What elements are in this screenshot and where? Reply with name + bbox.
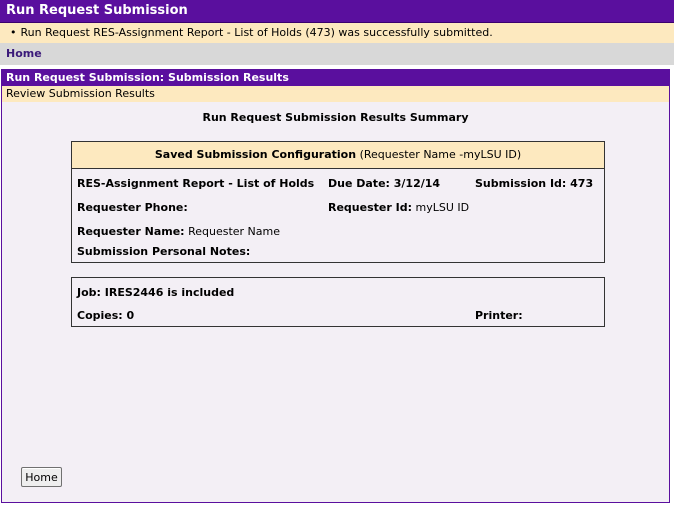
requester-id: Requester Id: myLSU ID (328, 201, 469, 214)
submission-results-panel: Run Request Submission: Submission Resul… (1, 69, 670, 503)
requester-name: Requester Name: Requester Name (77, 225, 280, 238)
home-button[interactable]: Home (21, 467, 62, 487)
printer-label: Printer: (475, 309, 523, 322)
configuration-header: Saved Submission Configuration (Requeste… (72, 142, 604, 169)
requester-name-value: Requester Name (188, 225, 280, 238)
copies: Copies: 0 (77, 309, 135, 322)
nav-bar: Home (0, 43, 674, 65)
job-box: Job: IRES2446 is included Copies: 0 Prin… (71, 277, 605, 327)
requester-id-value: myLSU ID (415, 201, 470, 214)
due-date: Due Date: 3/12/14 (328, 177, 441, 190)
personal-notes-label: Submission Personal Notes: (77, 245, 251, 258)
configuration-box: Saved Submission Configuration (Requeste… (71, 141, 605, 263)
requester-name-label: Requester Name: (77, 225, 185, 238)
success-message: Run Request RES-Assignment Report - List… (20, 26, 493, 39)
panel-subtitle: Review Submission Results (2, 86, 669, 102)
summary-heading: Run Request Submission Results Summary (202, 111, 469, 124)
job-included: Job: IRES2446 is included (77, 286, 235, 299)
success-message-bar: • Run Request RES-Assignment Report - Lis… (0, 23, 674, 43)
requester-id-label: Requester Id: (328, 201, 412, 214)
panel-title: Run Request Submission: Submission Resul… (2, 70, 669, 86)
page-title: Run Request Submission (0, 0, 674, 23)
home-link[interactable]: Home (6, 47, 42, 60)
configuration-requester: (Requester Name -myLSU ID) (359, 148, 522, 161)
submission-id: Submission Id: 473 (475, 177, 594, 190)
report-name: RES-Assignment Report - List of Holds (77, 177, 315, 190)
configuration-heading: Saved Submission Configuration (154, 148, 357, 161)
requester-phone-label: Requester Phone: (77, 201, 188, 214)
bullet-icon: • (10, 26, 17, 39)
